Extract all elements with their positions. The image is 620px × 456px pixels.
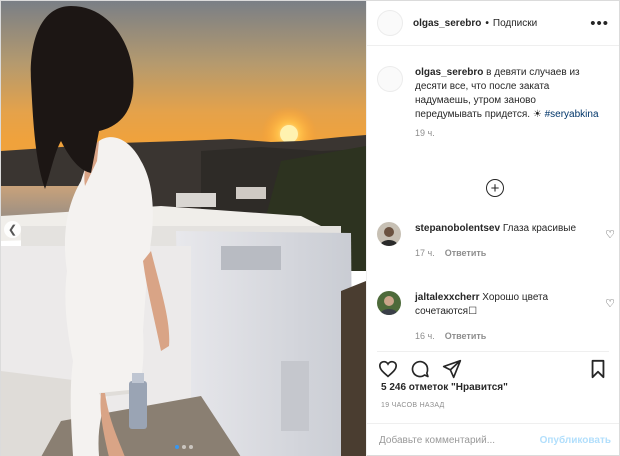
caption-timestamp: 19 ч. (415, 128, 435, 138)
commenter-avatar[interactable] (377, 222, 401, 246)
comment-timestamp: 16 ч. (415, 331, 435, 341)
caption: olgas_serebro в девяти случаев из десяти… (367, 46, 619, 122)
carousel-prev-button[interactable]: ❮ (4, 221, 21, 238)
like-heart-icon[interactable] (377, 358, 399, 380)
sunset-photo (1, 1, 366, 456)
share-send-icon[interactable] (441, 358, 463, 380)
carousel-dot (181, 445, 186, 449)
add-comment-bar: Опубликовать (367, 423, 619, 456)
comment-like-heart-icon[interactable]: ♡ (605, 297, 615, 310)
chevron-left-icon: ❮ (7, 224, 18, 236)
carousel-dot (174, 445, 179, 449)
comment-timestamp: 17 ч. (415, 248, 435, 258)
hashtag-link[interactable]: #seryabkina (545, 109, 599, 120)
post-timestamp: 19 ЧАСОВ НАЗАД (381, 402, 445, 409)
comment-item: stepanobolentsev Глаза красивые 17 ч. От… (377, 222, 615, 258)
load-more-comments-button[interactable]: + (486, 179, 504, 197)
post-header: olgas_serebro • Подписки ••• (367, 1, 619, 46)
header-username[interactable]: olgas_serebro (413, 18, 481, 29)
separator-dot: • (485, 17, 489, 29)
carousel-dots (174, 445, 193, 449)
comment-username[interactable]: stepanobolentsev (415, 223, 500, 234)
comment-text: Глаза красивые (502, 223, 577, 234)
caption-avatar[interactable] (377, 66, 403, 92)
commenter-avatar[interactable] (377, 291, 401, 315)
caption-text: olgas_serebro в девяти случаев из десяти… (415, 66, 605, 122)
caption-username[interactable]: olgas_serebro (415, 67, 483, 78)
reply-button[interactable]: Ответить (445, 248, 487, 258)
carousel-dot (188, 445, 193, 449)
plus-icon: + (490, 179, 500, 197)
comment-like-heart-icon[interactable]: ♡ (605, 228, 615, 241)
likes-count[interactable]: 5 246 отметок "Нравится" (381, 382, 508, 393)
comment-input[interactable] (379, 435, 540, 446)
post-sidebar: olgas_serebro • Подписки ••• olgas_sereb… (366, 1, 619, 456)
comment-bubble-icon[interactable] (409, 358, 431, 380)
more-horizontal-icon[interactable]: ••• (590, 15, 609, 32)
following-button[interactable]: Подписки (493, 18, 537, 29)
instagram-post: ❮ olgas_serebro • Подписки ••• olgas_ser… (0, 0, 620, 456)
publish-button[interactable]: Опубликовать (540, 435, 611, 446)
bookmark-icon[interactable] (587, 358, 609, 380)
post-actions (377, 351, 609, 381)
reply-button[interactable]: Ответить (445, 331, 487, 341)
comment-item: jaltalexxcherr Хорошо цвета сочетаются☐ … (377, 291, 615, 341)
post-photo[interactable]: ❮ (1, 1, 366, 456)
avatar[interactable] (377, 10, 403, 36)
comment-username[interactable]: jaltalexxcherr (415, 292, 480, 303)
